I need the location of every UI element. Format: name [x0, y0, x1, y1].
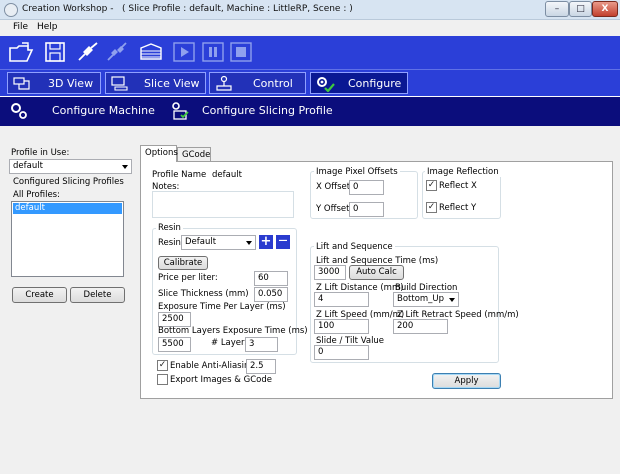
connect-plug-icon[interactable] [75, 40, 101, 64]
notes-textarea[interactable] [152, 191, 294, 218]
resin-group-title: Resin [156, 223, 183, 233]
disconnect-plug-icon[interactable] [104, 40, 130, 64]
price-label: Price per liter: [158, 273, 218, 283]
tab-control-label: Control [253, 77, 293, 90]
tab-configure[interactable]: Configure [310, 72, 408, 94]
thickness-label: Slice Thickness (mm) [158, 289, 249, 299]
configure-slicing-profile-label: Configure Slicing Profile [202, 104, 333, 117]
build-direction-value: Bottom_Up [397, 294, 445, 304]
reflect-x-checkbox[interactable]: ✓ [426, 180, 437, 191]
z-lift-speed-input[interactable]: 100 [314, 319, 369, 334]
tab-options[interactable]: Options [140, 145, 178, 162]
profile-in-use-select[interactable]: default [9, 159, 132, 174]
export-label: Export Images & GCode [170, 375, 272, 385]
resin-select[interactable]: Default [181, 235, 256, 250]
open-folder-icon[interactable] [8, 40, 34, 64]
reflect-y-checkbox[interactable]: ✓ [426, 202, 437, 213]
remove-resin-button[interactable]: — [276, 235, 290, 249]
configure-machine-label: Configure Machine [52, 104, 155, 117]
tab-3d-view[interactable]: 3D View [7, 72, 101, 94]
slice-view-icon [111, 76, 128, 91]
chevron-down-icon [122, 165, 128, 169]
tab-configure-label: Configure [348, 77, 402, 90]
configured-profiles-label: Configured Slicing Profiles [13, 177, 124, 187]
profile-name-value: default [212, 170, 242, 180]
list-item[interactable]: default [13, 203, 122, 214]
lift-sequence-title: Lift and Sequence [314, 242, 395, 252]
build-direction-select[interactable]: Bottom_Up [393, 292, 459, 307]
delete-button[interactable]: Delete [70, 287, 125, 303]
tab-configure-slicing-profile[interactable]: Configure Slicing Profile [168, 100, 333, 122]
stop-icon[interactable] [228, 40, 254, 64]
antialias-label: Enable Anti-Aliasing [170, 361, 255, 371]
pause-icon[interactable] [200, 40, 226, 64]
toolbar [0, 36, 620, 69]
all-profiles-label: All Profiles: [13, 190, 60, 200]
profile-in-use-value: default [13, 161, 43, 171]
window-title: Creation Workshop - ( Slice Profile : de… [22, 4, 353, 14]
slicing-profile-icon [172, 102, 189, 120]
menu-bar: File Help [0, 20, 620, 36]
antialias-value-input[interactable]: 2.5 [246, 359, 276, 374]
apply-button[interactable]: Apply [432, 373, 501, 389]
app-icon [4, 3, 18, 17]
tab-slice-view[interactable]: Slice View [105, 72, 206, 94]
menu-file[interactable]: File [13, 22, 28, 32]
pixel-offsets-title: Image Pixel Offsets [314, 167, 400, 177]
thickness-input[interactable]: 0.050 [254, 287, 288, 302]
tab-gcode[interactable]: GCode [177, 147, 211, 162]
x-offset-label: X Offset [316, 182, 351, 192]
configure-gear-icon [317, 77, 335, 92]
bottom-exposure-input[interactable]: 5500 [158, 337, 191, 352]
reflection-title: Image Reflection [425, 167, 501, 177]
profile-in-use-label: Profile in Use: [11, 148, 70, 158]
lift-time-input[interactable]: 3000 [314, 265, 346, 280]
tab-3d-view-label: 3D View [48, 77, 94, 90]
resin-label: Resin: [158, 238, 184, 248]
play-icon[interactable] [171, 40, 197, 64]
auto-calc-button[interactable]: Auto Calc [349, 265, 404, 280]
chevron-down-icon [449, 298, 455, 302]
maximize-button[interactable]: □ [569, 1, 592, 17]
exposure-input[interactable]: 2500 [158, 312, 191, 327]
save-disk-icon[interactable] [42, 40, 68, 64]
add-resin-button[interactable]: + [259, 235, 273, 249]
antialias-checkbox[interactable]: ✓ [157, 360, 168, 371]
layers-input[interactable]: 3 [245, 337, 278, 352]
minimize-button[interactable]: – [545, 1, 569, 17]
x-offset-input[interactable]: 0 [349, 180, 384, 195]
tilt-input[interactable]: 0 [314, 345, 369, 360]
layers-label: # Layers [211, 338, 249, 348]
slice-layers-icon[interactable] [138, 40, 164, 64]
calibrate-button[interactable]: Calibrate [158, 256, 208, 270]
z-lift-retract-input[interactable]: 200 [393, 319, 448, 334]
y-offset-input[interactable]: 0 [349, 202, 384, 217]
profiles-list[interactable]: default [11, 201, 124, 277]
close-button[interactable]: X [592, 1, 618, 17]
z-lift-distance-input[interactable]: 4 [314, 292, 369, 307]
exposure-label: Exposure Time Per Layer (ms) [158, 302, 286, 312]
reflect-x-label: Reflect X [439, 181, 477, 191]
export-checkbox[interactable] [157, 374, 168, 385]
title-bar: Creation Workshop - ( Slice Profile : de… [0, 0, 620, 20]
reflect-y-label: Reflect Y [439, 203, 477, 213]
tab-slice-view-label: Slice View [144, 77, 200, 90]
profile-name-label: Profile Name [152, 170, 207, 180]
3d-view-icon [13, 77, 30, 90]
create-button[interactable]: Create [12, 287, 67, 303]
y-offset-label: Y Offset [316, 204, 350, 214]
control-joystick-icon [216, 75, 232, 91]
resin-value: Default [185, 237, 217, 247]
gears-icon [11, 103, 27, 119]
chevron-down-icon [246, 241, 252, 245]
menu-help[interactable]: Help [37, 22, 58, 32]
tab-control[interactable]: Control [209, 72, 306, 94]
price-input[interactable]: 60 [254, 271, 288, 286]
tab-configure-machine[interactable]: Configure Machine [7, 100, 155, 122]
bottom-exposure-label: Bottom Layers Exposure Time (ms) [158, 326, 308, 336]
configure-subbar: Configure Machine Configure Slicing Prof… [0, 97, 620, 126]
